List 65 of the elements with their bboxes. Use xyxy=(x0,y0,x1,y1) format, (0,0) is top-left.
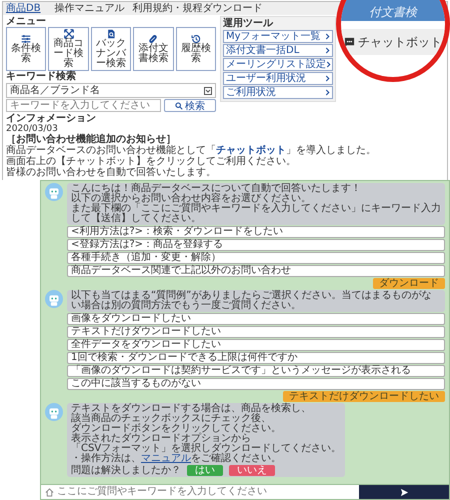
message-text: ダウンロードボタンをクリックしてください。 xyxy=(71,424,282,434)
info-heading: ［お問い合わせ機能追加のお知らせ］ xyxy=(6,134,177,145)
send-button[interactable] xyxy=(359,485,449,499)
resolved-question: 問題は解決しましたか？ xyxy=(71,465,181,476)
nav-link[interactable]: 利用規約・規程ダウンロード xyxy=(132,2,263,14)
menu-tile[interactable]: バックナンバー検索 xyxy=(90,27,132,71)
nav-link[interactable]: 操作マニュアル xyxy=(54,2,125,14)
send-icon xyxy=(400,488,408,496)
pill-icon xyxy=(148,34,158,44)
sidebar-title: 運用ツール xyxy=(223,18,274,29)
reply-option[interactable]: この中に該当するものがない xyxy=(67,378,445,390)
site-logo[interactable]: 商品DB xyxy=(6,4,41,14)
reply-option[interactable]: 各種手続き（追加・変更・解除） xyxy=(67,252,445,264)
keyword-input[interactable]: キーワードを入力してください xyxy=(6,99,161,112)
message-text: テキストをダウンロードする場合は、商品を検索し、 xyxy=(71,404,312,414)
search-icon xyxy=(175,102,183,110)
message-text: 「CSVフォーマット」を選択しダウンロードしてください。 xyxy=(71,444,342,454)
reply-option[interactable]: テキストだけダウンロードしたい xyxy=(67,326,445,338)
sidebar-item[interactable]: ユーザー利用状況 xyxy=(223,72,333,85)
user-message-bubble: ダウンロード xyxy=(373,278,445,289)
category-select[interactable]: 商品名／ブランド名 xyxy=(6,83,216,98)
document-search-icon xyxy=(106,29,116,39)
reply-option[interactable]: 「画像のダウンロードは契約サービスです」というメッセージが表示される xyxy=(67,365,445,377)
header-text: 付文書検 xyxy=(369,5,417,19)
menu-tile[interactable]: 条件検索 xyxy=(6,27,46,71)
user-message-bubble: テキストだけダウンロードしたい xyxy=(283,391,445,402)
dropdown-icon xyxy=(204,86,212,94)
info-text: 画面右上の【チャットボット】をクリックしてご利用ください。 xyxy=(6,156,297,167)
sliders-icon xyxy=(21,34,32,44)
info-text: 皆様のお問い合わせを自動で回答いたします。 xyxy=(6,167,217,178)
message-text: ・操作方法は、マニュアルをご確認ください。 xyxy=(71,454,282,464)
reply-option[interactable]: <登録方法は?>：商品を登録する xyxy=(67,239,445,251)
section-title: メニュー xyxy=(6,16,47,27)
info-date: 2020/03/03 xyxy=(6,124,59,134)
section-title: キーワード検索 xyxy=(6,71,77,82)
robot-avatar-icon xyxy=(45,290,63,308)
reply-option[interactable]: 商品データベース関連で上記以外のお問い合わせ xyxy=(67,265,445,277)
message-text: 以下も当てはまる“質問例”がありましたらご選択ください。当てはまるものがない場合は別の質問方法でもう一度ご質問ください。 xyxy=(71,291,432,311)
reply-option[interactable]: 1回で検索・ダウンロードできる上限は何件ですか xyxy=(67,352,445,364)
history-icon xyxy=(190,34,201,44)
reply-option[interactable]: 画像をダウンロードしたい xyxy=(67,313,445,325)
sidebar-item[interactable]: Myフォーマット一覧 xyxy=(223,30,333,43)
section-title: インフォメーション xyxy=(6,113,97,124)
home-icon xyxy=(45,488,54,496)
message-text: また最下欄の「ここにご質問やキーワードを入力してください」にキーワード入力して【送信】してください。 xyxy=(71,204,441,224)
message-text: 該当商品のチェックボックスにチェック後、 xyxy=(71,414,271,424)
chat-icon xyxy=(344,36,355,48)
reply-option[interactable]: <利用方法は?>：検索・ダウンロードをしたい xyxy=(67,226,445,238)
menu-tile[interactable]: 履歴検索 xyxy=(176,27,216,71)
menu-tile[interactable]: 商品コード検索 xyxy=(48,27,89,71)
menu-tile[interactable]: 添付文書検索 xyxy=(133,27,174,71)
arrows-icon xyxy=(64,29,74,39)
reply-option[interactable]: 全件データをダウンロードしたい xyxy=(67,339,445,351)
sidebar-item[interactable]: ご利用状況 xyxy=(223,86,333,99)
robot-avatar-icon xyxy=(45,403,63,421)
search-button[interactable]: 検索 xyxy=(164,99,216,112)
message-text: こんにちは！商品データベースについて自動で回答いたします！ xyxy=(71,184,362,194)
sidebar-item[interactable]: 添付文書一括DL xyxy=(223,44,333,57)
info-text: 商品データベースのお問い合わせ機能として「チャットボット」を導入しました。 xyxy=(6,145,377,156)
sidebar-item[interactable]: メーリングリスト設定 xyxy=(223,58,333,71)
no-button[interactable]: いいえ xyxy=(229,465,275,476)
message-text: 表示されたダウンロードオプションから xyxy=(71,434,252,444)
robot-avatar-icon xyxy=(45,183,63,201)
manual-link[interactable]: マニュアル xyxy=(141,453,191,464)
message-text: 以下の選択からお問い合わせ内容をお選びください。 xyxy=(71,194,312,204)
